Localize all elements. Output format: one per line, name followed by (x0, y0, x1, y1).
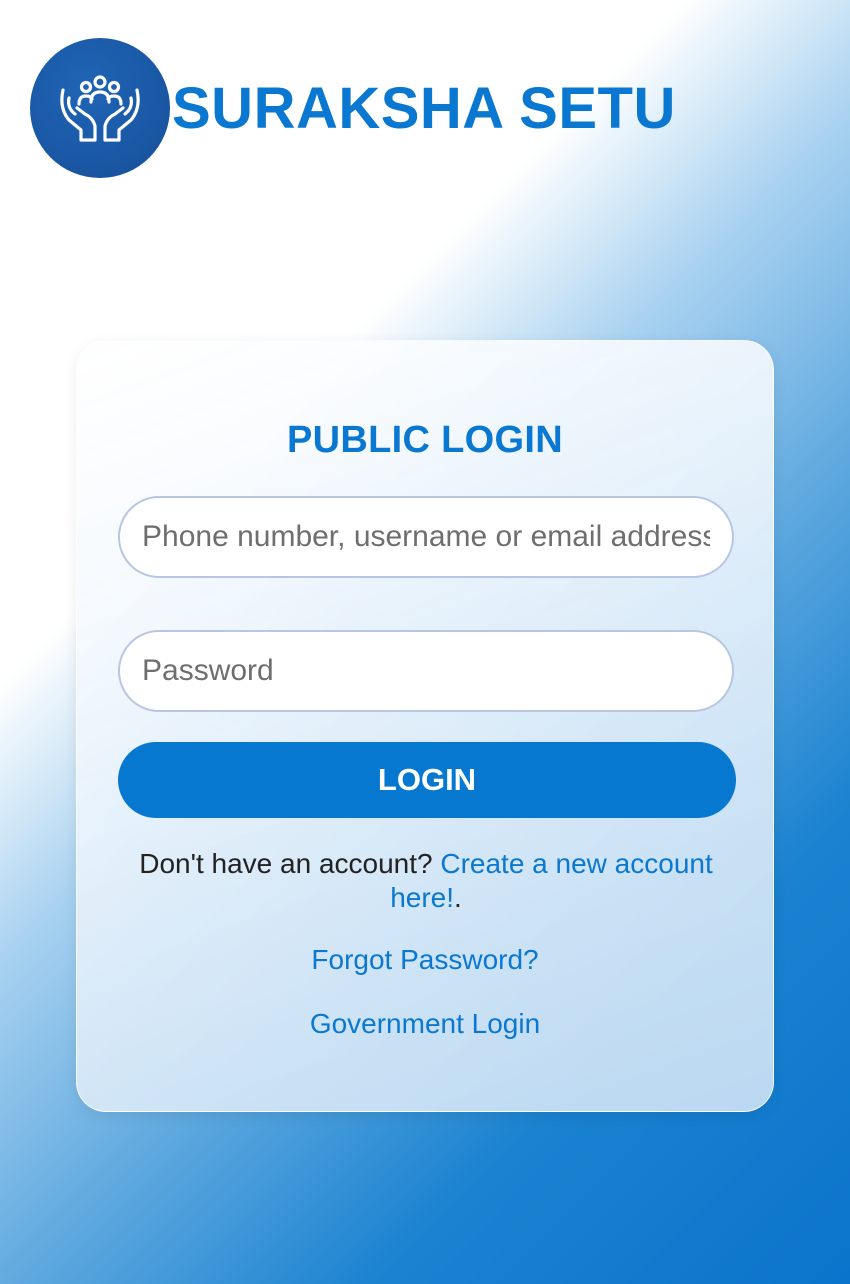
login-title: PUBLIC LOGIN (287, 419, 563, 461)
brand-name: SURAKSHA SETU (172, 75, 676, 141)
signup-prompt-text: Don't have an account? (139, 848, 441, 879)
people-in-hands-icon (60, 75, 140, 142)
forgot-password-link[interactable]: Forgot Password? (311, 944, 538, 975)
signup-suffix: . (454, 882, 462, 913)
username-input[interactable] (118, 496, 734, 578)
login-button[interactable]: LOGIN (118, 742, 736, 818)
signup-prompt: Don't have an account? Create a new acco… (127, 847, 725, 915)
logo (30, 38, 170, 178)
government-login-link[interactable]: Government Login (310, 1008, 540, 1039)
header: SURAKSHA SETU (30, 38, 676, 178)
password-input[interactable] (118, 630, 734, 712)
login-card: PUBLIC LOGIN LOGIN Don't have an account… (76, 340, 774, 1112)
government-login-row: Government Login (77, 1008, 773, 1040)
forgot-password-row: Forgot Password? (77, 944, 773, 976)
